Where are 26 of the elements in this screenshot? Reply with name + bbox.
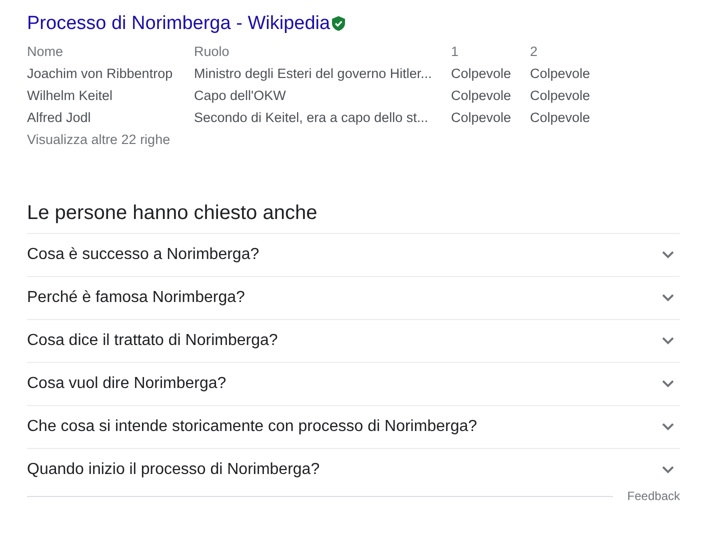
- question-item[interactable]: Cosa vuol dire Norimberga?: [27, 363, 680, 406]
- column-header: 2: [530, 43, 539, 61]
- column-header: Nome: [27, 43, 64, 61]
- question-item[interactable]: Che cosa si intende storicamente con processo di Norimberga?: [27, 406, 680, 449]
- feedback-link[interactable]: Feedback: [627, 489, 680, 503]
- question-item[interactable]: Cosa è successo a Norimberga?: [27, 234, 680, 277]
- question-item[interactable]: Perché è famosa Norimberga?: [27, 277, 680, 320]
- more-rows-link[interactable]: Visualizza altre 22 righe: [27, 129, 170, 151]
- table-cell-text: Secondo di Keitel, era a capo dello st...: [194, 109, 430, 127]
- question-item[interactable]: Quando inizio il processo di Norimberga?: [27, 449, 680, 491]
- table-cell-text: Capo dell'OKW: [194, 87, 287, 105]
- question-item[interactable]: Cosa dice il trattato di Norimberga?: [27, 320, 680, 363]
- table-cell-text: Alfred Jodl: [27, 109, 92, 127]
- table-cell-text: Colpevole: [530, 65, 592, 83]
- table-cell-text: Wilhelm Keitel: [27, 87, 114, 105]
- table-cell-text: Colpevole: [451, 87, 512, 105]
- table-cell-text: Joachim von Ribbentrop: [27, 65, 174, 83]
- table-cell-text: Ministro degli Esteri del governo Hitler...: [194, 65, 433, 83]
- table-cell-text: Colpevole: [451, 65, 512, 83]
- section-heading: Le persone hanno chiesto anche: [27, 201, 318, 226]
- table-cell-text: Colpevole: [451, 109, 512, 127]
- result-title-link[interactable]: Processo di Norimberga - Wikipedia: [27, 12, 330, 34]
- column-header: 1: [451, 43, 460, 61]
- table-cell-text: Colpevole: [530, 109, 592, 127]
- table-cell-text: Colpevole: [530, 87, 592, 105]
- column-header: Ruolo: [194, 43, 230, 61]
